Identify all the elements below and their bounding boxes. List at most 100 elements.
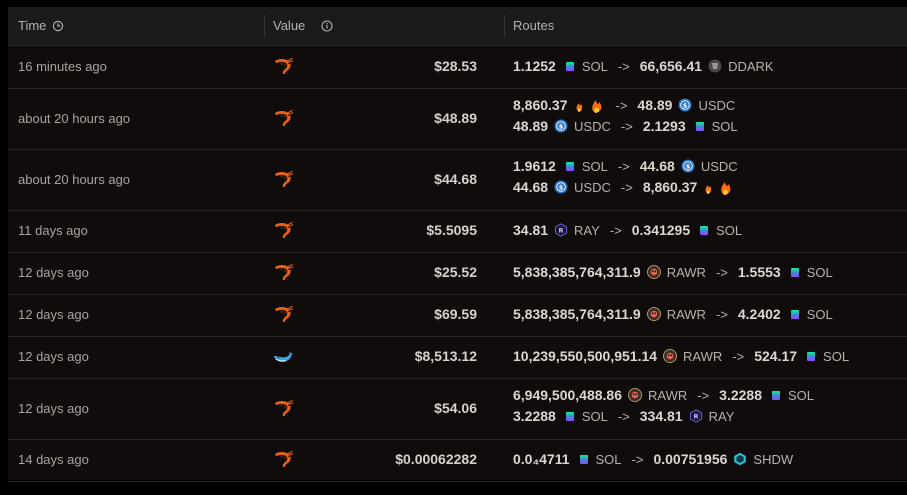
route-arrow: -> bbox=[615, 97, 628, 113]
time-cell: 16 minutes ago bbox=[18, 59, 107, 74]
routes-header-label: Routes bbox=[513, 18, 555, 33]
svg-text:R: R bbox=[693, 412, 698, 420]
usdc-token-icon: $ bbox=[554, 119, 568, 133]
from-amount: 44.68 bbox=[513, 179, 549, 195]
svg-text:$: $ bbox=[559, 122, 564, 130]
from-amount: 6,949,500,488.86 bbox=[513, 387, 622, 403]
table-row[interactable]: 14 days ago $0.00062282 0.0₄4711 SOL -> 0.007… bbox=[8, 439, 907, 482]
to-amount: 66,656.41 bbox=[639, 58, 703, 74]
to-amount: 48.89 bbox=[637, 97, 673, 113]
shrimp-icon bbox=[272, 170, 294, 188]
to-symbol: SOL bbox=[716, 222, 743, 238]
route-arrow: -> bbox=[620, 118, 633, 134]
route-arrow: -> bbox=[617, 408, 630, 424]
route-line: 5,838,385,764,311.9 RAWR -> 4.2402 SOL bbox=[513, 306, 833, 322]
from-symbol: RAWR bbox=[666, 264, 706, 280]
shrimp-icon bbox=[272, 57, 294, 75]
svg-text:R: R bbox=[559, 226, 564, 234]
table-row[interactable]: 16 minutes ago $28.53 1.1252 SOL -> 66,656.41… bbox=[8, 46, 907, 89]
sol-token-icon bbox=[565, 411, 574, 421]
sol-token-icon bbox=[790, 309, 799, 319]
route-line: 1.9612 SOL -> 44.68 $ USDC bbox=[513, 158, 738, 174]
value-cell: $28.53 bbox=[434, 58, 477, 74]
info-icon[interactable] bbox=[321, 19, 333, 32]
column-divider bbox=[264, 15, 265, 37]
from-symbol: SOL bbox=[595, 451, 622, 467]
trades-table: Time Value Routes 16 minutes ago $28.53 1.… bbox=[8, 7, 907, 482]
route-line: 34.81 R RAY -> 0.341295 SOL bbox=[513, 222, 742, 238]
table-row[interactable]: 11 days ago $5.5095 34.81 R RAY -> 0.341295 SOL bbox=[8, 210, 907, 253]
usdc-token-icon: $ bbox=[678, 98, 692, 112]
shrimp-icon bbox=[272, 399, 294, 417]
ddark-token-icon bbox=[708, 59, 722, 73]
route-line: 6,949,500,488.86 RAWR -> 3.2288 SOL bbox=[513, 387, 814, 403]
sol-token-icon bbox=[807, 351, 816, 361]
table-row[interactable]: 12 days ago $69.59 5,838,385,764,311.9 RAWR… bbox=[8, 294, 907, 337]
value-cell: $69.59 bbox=[434, 306, 477, 322]
table-row[interactable]: about 20 hours ago $44.68 1.9612 SOL -> 44.68… bbox=[8, 149, 907, 211]
svg-text:$: $ bbox=[559, 183, 564, 191]
from-symbol: RAWR bbox=[648, 387, 688, 403]
value-cell: $5.5095 bbox=[426, 222, 477, 238]
sol-token-icon bbox=[565, 61, 574, 71]
from-amount: 3.2288 bbox=[513, 408, 556, 424]
time-cell: about 20 hours ago bbox=[18, 110, 131, 126]
shrimp-icon bbox=[272, 305, 294, 323]
from-symbol: USDC bbox=[574, 179, 611, 195]
time-cell: 14 days ago bbox=[18, 452, 89, 467]
route-arrow: -> bbox=[609, 222, 622, 238]
value-column-header[interactable]: Value bbox=[273, 18, 333, 33]
to-amount: 4.2402 bbox=[737, 306, 781, 322]
ray-token-icon: R bbox=[689, 409, 703, 423]
shrimp-icon bbox=[272, 450, 294, 468]
svg-text:$: $ bbox=[686, 162, 691, 170]
table-row[interactable]: 12 days ago $25.52 5,838,385,764,311.9 RAWR… bbox=[8, 252, 907, 295]
value-cell: $44.68 bbox=[434, 170, 477, 187]
clock-toggle-icon[interactable] bbox=[52, 20, 64, 32]
to-symbol: SOL bbox=[806, 306, 833, 322]
ray-token-icon: R bbox=[554, 223, 568, 237]
to-symbol: SOL bbox=[711, 118, 738, 134]
route-line: 10,239,550,500,951.14 RAWR -> 524.17 SOL bbox=[513, 348, 849, 364]
shrimp-icon bbox=[272, 221, 294, 239]
from-symbol: RAWR bbox=[683, 348, 723, 364]
to-symbol: SOL bbox=[806, 264, 833, 280]
routes-column-header: Routes bbox=[513, 18, 554, 33]
to-symbol: USDC bbox=[698, 97, 736, 113]
from-symbol: RAY bbox=[574, 222, 600, 238]
route-arrow: -> bbox=[617, 158, 630, 174]
to-symbol: RAY bbox=[708, 408, 735, 424]
table-row[interactable]: 12 days ago $8,513.12 10,239,550,500,951.1… bbox=[8, 336, 907, 379]
rawr-token-icon bbox=[646, 307, 661, 321]
time-column-header[interactable]: Time bbox=[18, 18, 64, 33]
to-symbol: SOL bbox=[823, 348, 850, 364]
route-line: 5,838,385,764,311.9 RAWR -> 1.5553 SOL bbox=[513, 264, 833, 280]
time-cell: 11 days ago bbox=[18, 223, 88, 238]
route-arrow: -> bbox=[617, 58, 630, 74]
time-cell: 12 days ago bbox=[18, 349, 89, 364]
usdc-token-icon: $ bbox=[681, 159, 695, 173]
from-amount: 1.9612 bbox=[513, 158, 556, 174]
route-line: 48.89 $ USDC -> 2.1293 SOL bbox=[513, 118, 738, 134]
value-header-label: Value bbox=[273, 18, 306, 33]
svg-text:$: $ bbox=[683, 101, 688, 109]
whale-icon bbox=[272, 347, 294, 365]
time-cell: 12 days ago bbox=[18, 400, 89, 416]
usdc-token-icon: $ bbox=[554, 180, 568, 194]
sol-token-icon bbox=[772, 390, 780, 400]
shrimp-icon bbox=[272, 109, 294, 127]
time-cell: about 20 hours ago bbox=[18, 171, 131, 187]
fire-token-icon bbox=[703, 180, 735, 195]
table-row[interactable]: about 20 hours ago $48.89 8,860.37 -> 48.89 $… bbox=[8, 88, 907, 150]
route-line: 3.2288 SOL -> 334.81 R RAY bbox=[513, 408, 734, 424]
from-amount: 34.81 bbox=[513, 222, 549, 238]
rawr-token-icon bbox=[646, 265, 661, 279]
to-amount: 0.341295 bbox=[631, 222, 691, 238]
table-row[interactable]: 12 days ago $54.06 6,949,500,488.86 RAWR -> 3… bbox=[8, 378, 907, 440]
route-arrow: -> bbox=[715, 264, 728, 280]
route-line: 1.1252 SOL -> 66,656.41 DDARK bbox=[513, 58, 774, 74]
to-symbol: USDC bbox=[700, 158, 738, 174]
to-amount: 334.81 bbox=[639, 408, 683, 424]
route-arrow: -> bbox=[697, 387, 710, 403]
from-symbol: RAWR bbox=[666, 306, 706, 322]
